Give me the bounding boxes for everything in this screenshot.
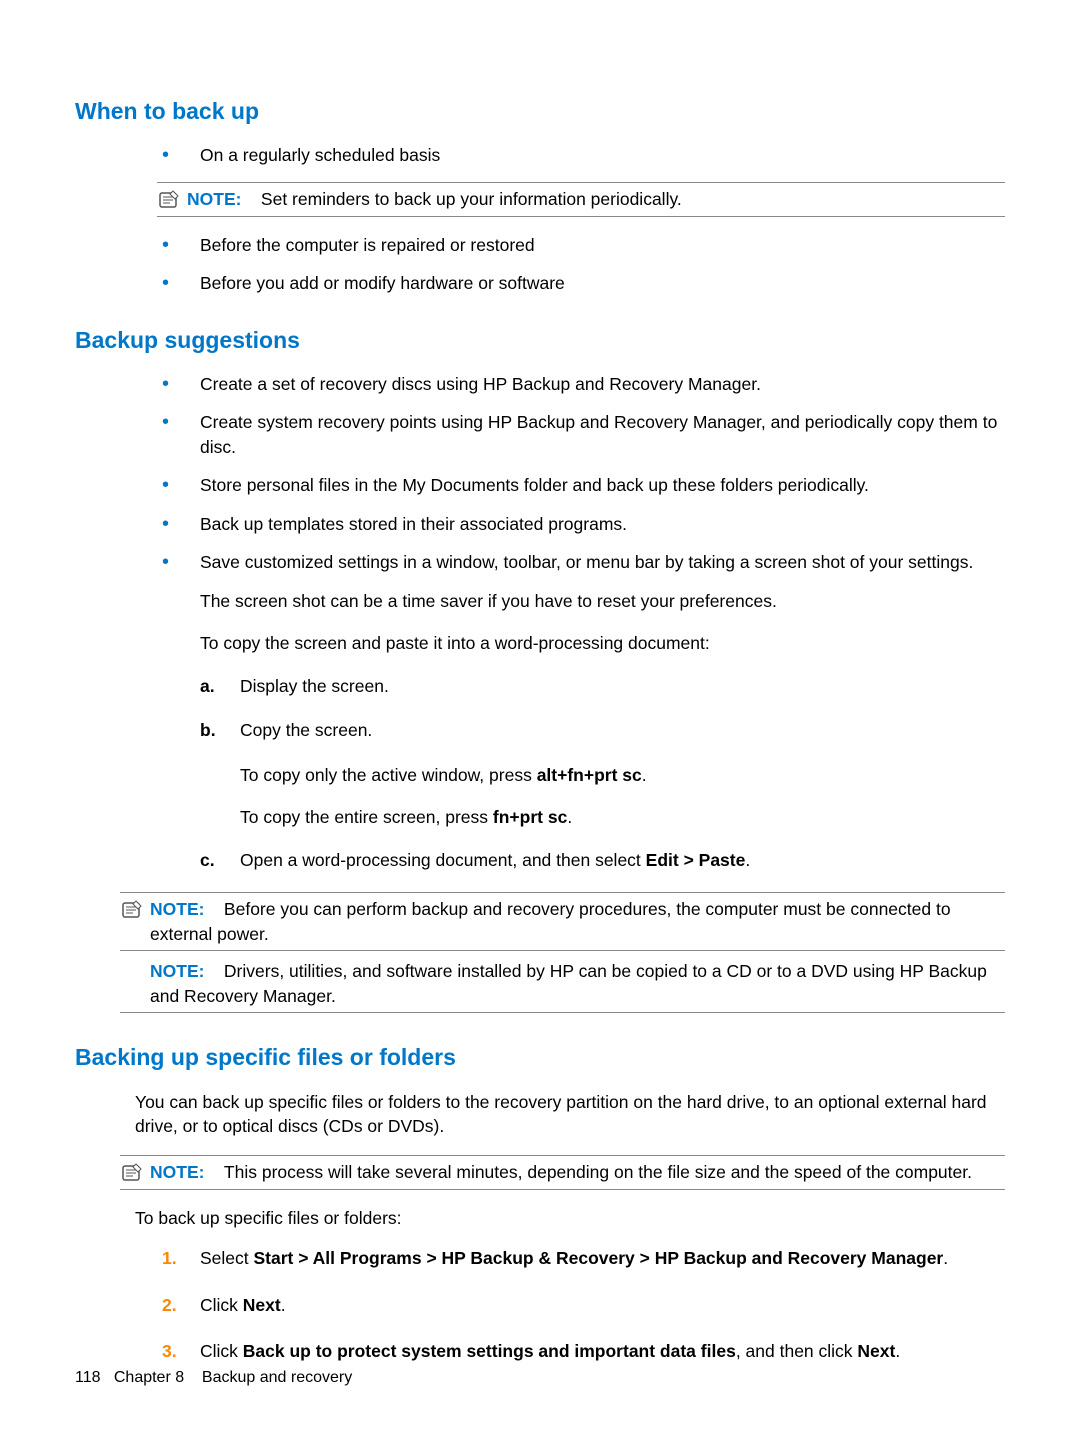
paragraph: To copy the screen and paste it into a w… [200,631,1005,656]
section-when-to-back-up: When to back up On a regularly scheduled… [75,95,1005,296]
note-label: NOTE: [150,961,204,981]
list-when-to-back-up: On a regularly scheduled basis [162,143,1005,168]
note-block: NOTE: Set reminders to back up your info… [157,182,1005,217]
step-b: b.Copy the screen. [200,718,1005,743]
note-label: NOTE: [187,189,241,209]
note-body [246,189,261,209]
list-backup-suggestions: Create a set of recovery discs using HP … [162,372,1005,575]
note-icon [120,1161,144,1185]
page-footer: 118 Chapter 8 Backup and recovery [75,1367,352,1389]
list-item: Create system recovery points using HP B… [162,410,1005,459]
chapter-label: Chapter 8 [114,1369,184,1386]
list-item: Back up templates stored in their associ… [162,512,1005,537]
list-item: Store personal files in the My Documents… [162,473,1005,498]
heading-backup-suggestions: Backup suggestions [75,324,1005,356]
section-backup-suggestions: Backup suggestions Create a set of recov… [75,324,1005,1014]
note-icon [120,898,144,922]
heading-backing-up-files: Backing up specific files or folders [75,1041,1005,1073]
note-block: NOTE: This process will take several min… [120,1155,1005,1190]
note-block: NOTE: Before you can perform backup and … [120,892,1005,951]
heading-when-to-back-up: When to back up [75,95,1005,127]
step-3: 3. Click Back up to protect system setti… [162,1339,1005,1364]
list-item: Create a set of recovery discs using HP … [162,372,1005,397]
note-text: NOTE: This process will take several min… [150,1160,1005,1185]
list-item: Save customized settings in a window, to… [162,550,1005,575]
paragraph: The screen shot can be a time saver if y… [200,589,1005,614]
step-1: 1. Select Start > All Programs > HP Back… [162,1246,1005,1271]
page-number: 118 [75,1369,101,1386]
note-block: NOTE: Drivers, utilities, and software i… [120,955,1005,1013]
list-item: Before the computer is repaired or resto… [162,233,1005,258]
step-c: c. Open a word-processing document, and … [200,848,1005,873]
lettered-steps-c: c. Open a word-processing document, and … [200,848,1005,873]
note-text: NOTE: Drivers, utilities, and software i… [150,959,1005,1008]
numbered-steps: 1. Select Start > All Programs > HP Back… [162,1246,1005,1364]
note-text: NOTE: Set reminders to back up your info… [187,187,1005,212]
note-label: NOTE: [150,1162,204,1182]
note-label: NOTE: [150,899,204,919]
step-2: 2. Click Next. [162,1293,1005,1318]
list-item: Before you add or modify hardware or sof… [162,271,1005,296]
note-text: NOTE: Before you can perform backup and … [150,897,1005,946]
sub-paragraph: To copy only the active window, press al… [240,763,1005,788]
sub-paragraph: To copy the entire screen, press fn+prt … [240,805,1005,830]
paragraph: You can back up specific files or folder… [135,1090,1005,1139]
list-when-to-back-up-2: Before the computer is repaired or resto… [162,233,1005,296]
list-item: On a regularly scheduled basis [162,143,1005,168]
note-icon [157,188,181,212]
section-backing-up-files: Backing up specific files or folders You… [75,1041,1005,1363]
paragraph: To back up specific files or folders: [135,1206,1005,1231]
chapter-title: Backup and recovery [202,1369,352,1386]
step-a: a.Display the screen. [200,674,1005,699]
lettered-steps: a.Display the screen. b.Copy the screen. [200,674,1005,743]
